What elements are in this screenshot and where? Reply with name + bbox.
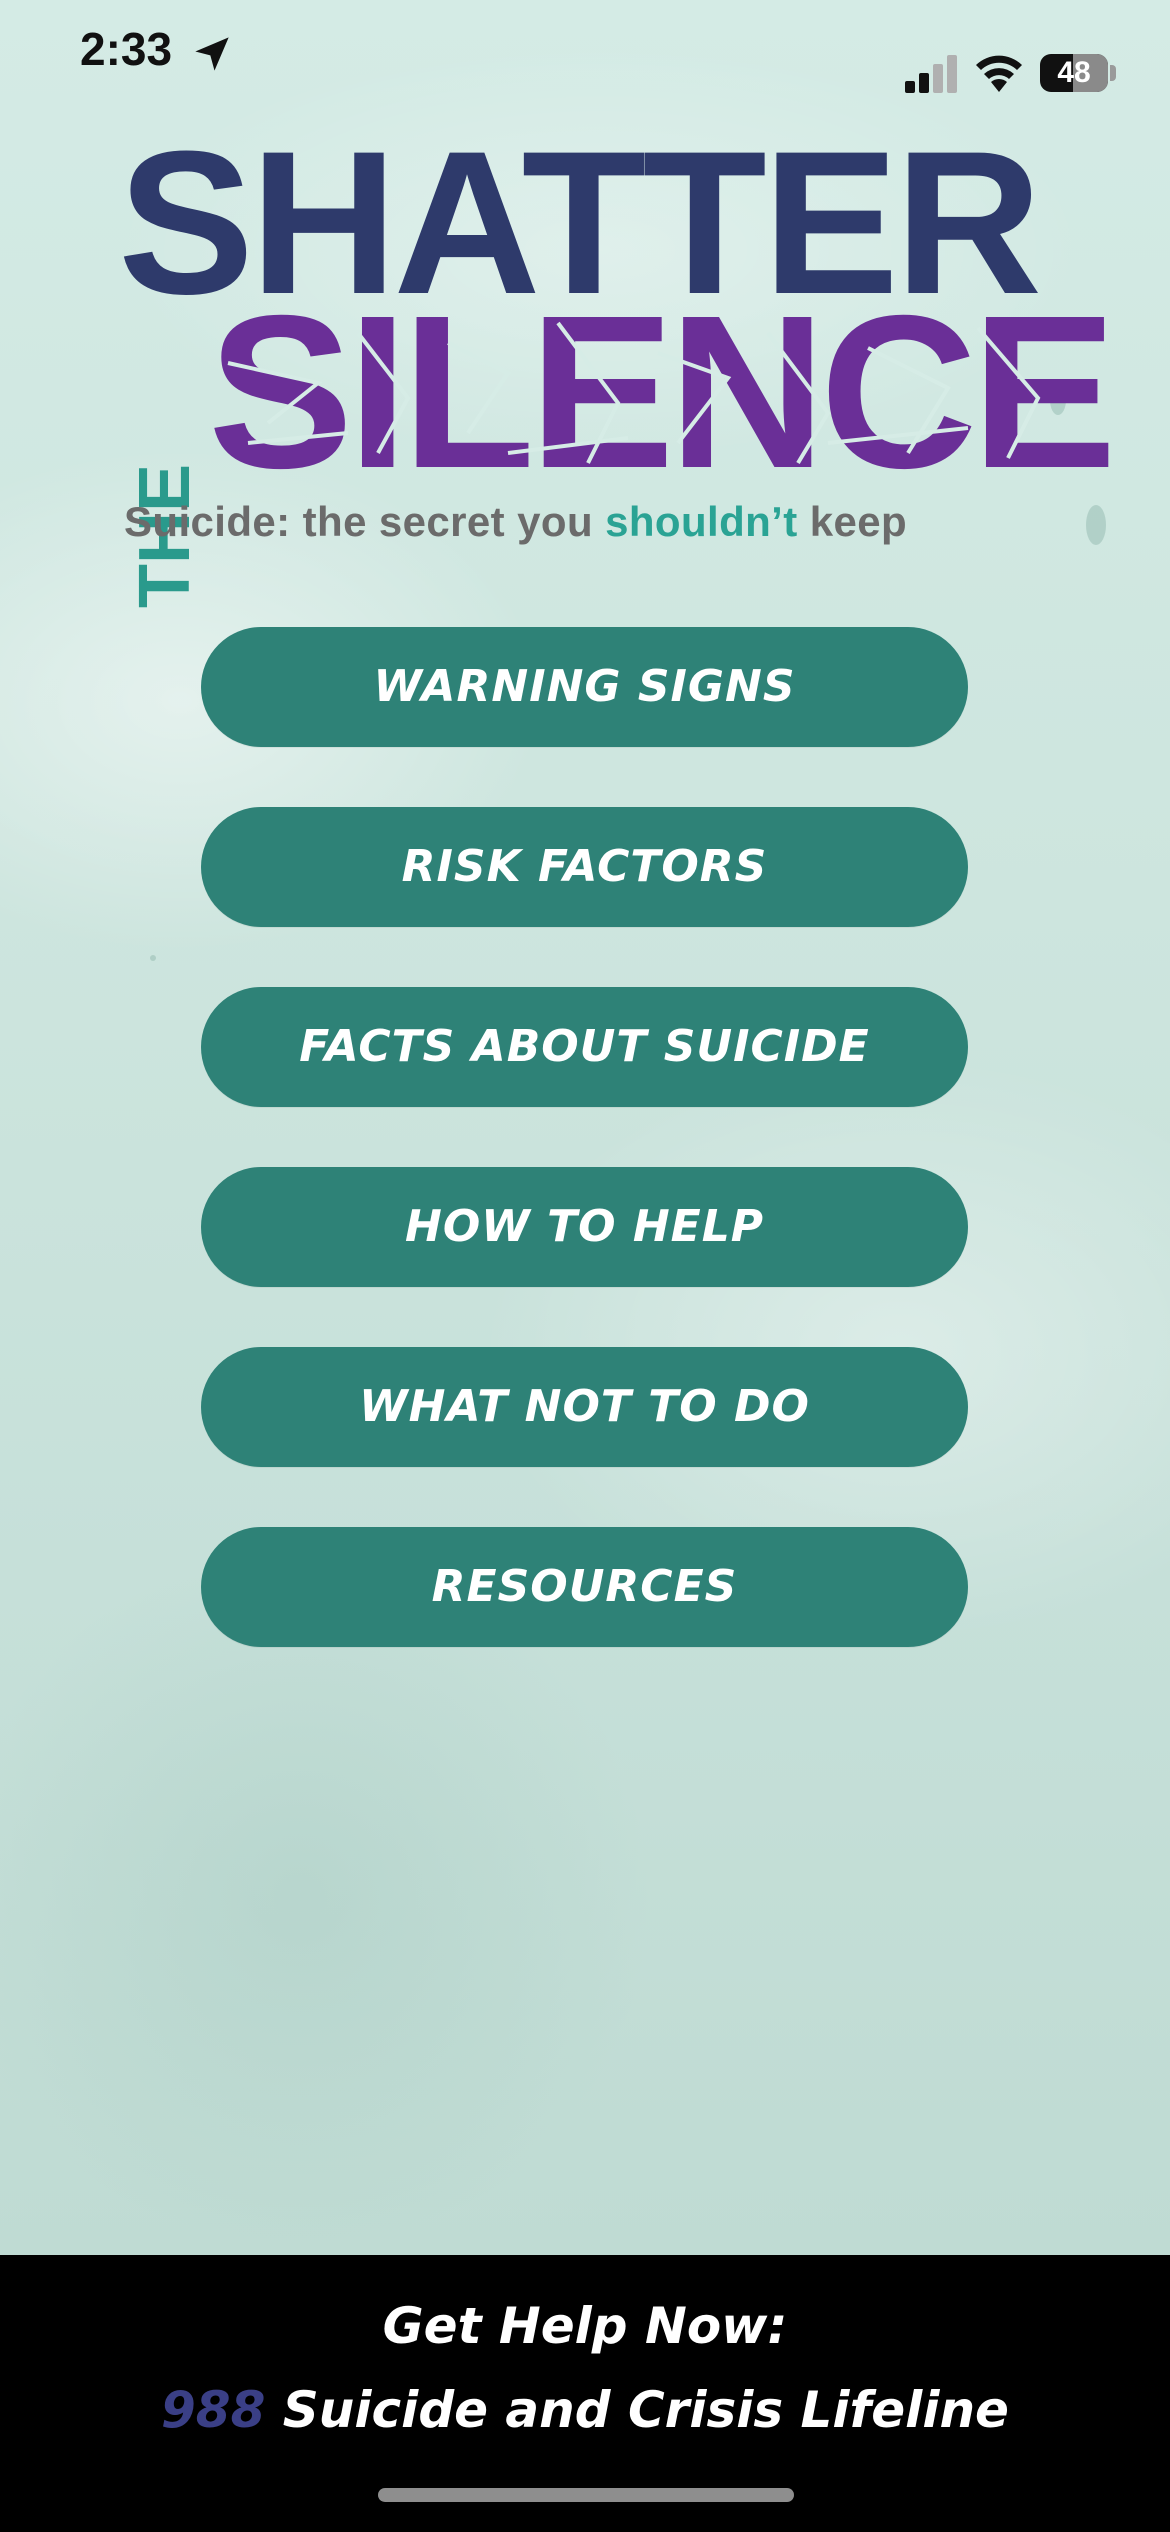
logo-the-word-wrap: THE	[124, 328, 205, 628]
location-arrow-icon	[195, 37, 229, 71]
cellular-signal-icon	[905, 55, 957, 93]
logo-crack-lines	[227, 321, 1041, 465]
what-not-to-do-button[interactable]: WHAT NOT TO DO	[201, 1347, 968, 1467]
home-indicator[interactable]	[378, 2488, 794, 2502]
battery-percentage: 48	[1057, 56, 1091, 89]
warning-signs-button[interactable]: WARNING SIGNS	[201, 627, 968, 747]
background-speck	[150, 955, 156, 961]
tagline-part2: keep	[797, 498, 908, 545]
main-menu: WARNING SIGNS RISK FACTORS FACTS ABOUT S…	[201, 627, 968, 1707]
battery-cap	[1110, 65, 1116, 81]
logo-the-word: THE	[125, 464, 205, 608]
wifi-icon	[976, 55, 1022, 92]
tagline-accent: shouldn’t	[605, 498, 798, 545]
footer-title: Get Help Now:	[382, 2297, 788, 2355]
tagline-part1: Suicide: the secret you	[124, 498, 606, 545]
logo-tagline: Suicide: the secret you shouldn’t keep	[124, 498, 907, 546]
resources-button[interactable]: RESOURCES	[201, 1527, 968, 1647]
facts-about-suicide-button[interactable]: FACTS ABOUT SUICIDE	[201, 987, 968, 1107]
how-to-help-button[interactable]: HOW TO HELP	[201, 1167, 968, 1287]
battery-icon: 48	[1040, 54, 1108, 92]
hotline-name: Suicide and Crisis Lifeline	[265, 2381, 1009, 2439]
footer-hotline[interactable]: 988 Suicide and Crisis Lifeline	[0, 2381, 1170, 2439]
status-time: 2:33	[80, 23, 173, 75]
hotline-number[interactable]: 988	[161, 2381, 265, 2439]
risk-factors-button[interactable]: RISK FACTORS	[201, 807, 968, 927]
app-logo: SHATTER THE SILENCE Suicide: the secret …	[118, 121, 1117, 608]
